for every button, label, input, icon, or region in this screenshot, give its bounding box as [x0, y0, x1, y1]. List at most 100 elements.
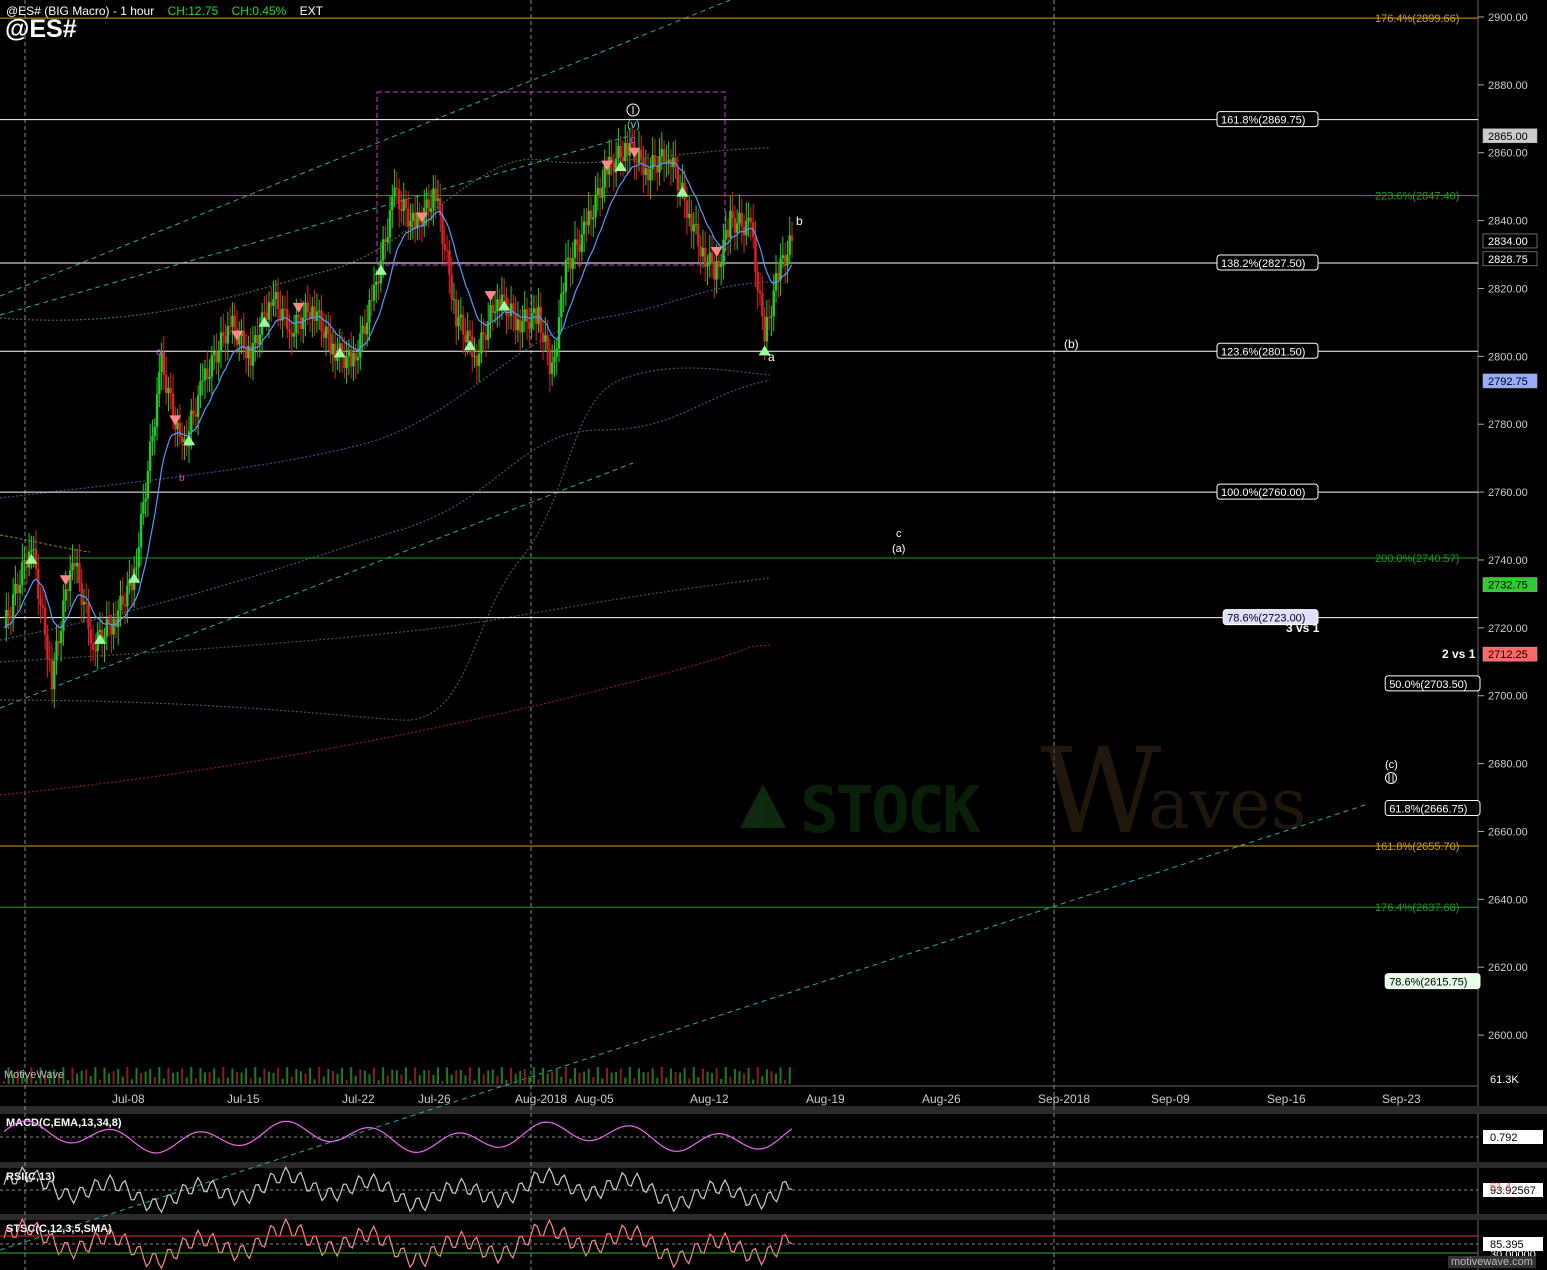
candle	[48, 641, 51, 673]
candle	[569, 247, 572, 288]
candle	[658, 138, 661, 186]
candle	[576, 227, 579, 263]
candle	[786, 240, 789, 283]
candle-body	[43, 607, 47, 635]
candle	[756, 262, 759, 310]
candle-body	[619, 145, 622, 158]
volume-bar	[76, 1073, 79, 1084]
candle	[603, 149, 606, 203]
logo-stock-text: STOCK	[800, 774, 981, 848]
candle	[402, 182, 405, 226]
volume-bar	[468, 1067, 471, 1084]
candle	[384, 226, 387, 260]
candle	[708, 234, 711, 278]
candle-body	[391, 196, 394, 211]
candle	[610, 139, 613, 176]
logo-w-text: W	[1040, 722, 1161, 860]
candle-body	[158, 371, 161, 395]
candle	[432, 175, 435, 226]
candle	[557, 299, 561, 362]
candle-body	[644, 168, 648, 175]
candle-body	[18, 585, 22, 594]
candle-body	[413, 212, 417, 229]
candle-body	[372, 284, 376, 301]
candle	[461, 305, 465, 354]
candle-body	[646, 168, 650, 181]
candle-body	[434, 188, 437, 201]
volume-bar	[240, 1072, 243, 1084]
volume-bar	[272, 1072, 275, 1084]
candle	[651, 136, 654, 181]
candle	[270, 286, 273, 322]
candle	[101, 612, 104, 658]
candle	[525, 297, 529, 340]
candle-body	[685, 200, 689, 218]
candle	[528, 307, 531, 346]
fib-level-label: 200.0%(2740.57)	[1375, 553, 1459, 565]
candle	[217, 340, 220, 381]
volume-bar	[674, 1071, 677, 1084]
y-tick-label: 2780.00	[1488, 419, 1528, 431]
candle	[701, 229, 705, 268]
candle-body	[719, 264, 723, 267]
candle-body	[244, 349, 248, 359]
volume-bar	[738, 1071, 741, 1084]
candle	[548, 338, 552, 393]
chart-canvas[interactable]: STOCK Waves 176.4%(2899.66) 161.8%(2869.75)…	[0, 0, 1547, 1270]
candle	[25, 545, 29, 585]
candle	[509, 286, 513, 330]
candle	[722, 223, 725, 280]
candle-body	[640, 149, 643, 158]
fib-level-label: 176.4%(2899.66)	[1375, 13, 1459, 25]
volume-bar	[89, 1076, 92, 1084]
candle	[783, 242, 787, 284]
candle	[646, 152, 650, 197]
candle-body	[692, 224, 695, 232]
candle-body	[233, 315, 236, 329]
candle-body	[32, 548, 35, 550]
candle-body	[324, 326, 328, 338]
volume-bar	[322, 1076, 325, 1084]
x-tick-label: Sep-2018	[1038, 1092, 1090, 1106]
volume-bar	[295, 1068, 298, 1084]
candle-body	[48, 659, 51, 661]
volume-bar	[729, 1076, 732, 1084]
candle-body	[580, 234, 584, 252]
volume-bar	[605, 1068, 608, 1084]
candle	[260, 302, 264, 354]
volume-bar	[336, 1073, 339, 1084]
x-tick-label: Aug-2018	[515, 1092, 567, 1106]
candle-body	[388, 210, 392, 238]
moving-average-curve	[0, 644, 771, 796]
volume-bar	[459, 1069, 462, 1084]
candle-body	[726, 229, 730, 238]
volume-bar	[537, 1079, 540, 1084]
y-tick-label: 2820.00	[1488, 283, 1528, 295]
candle	[226, 311, 230, 361]
candle	[87, 589, 90, 646]
volume-bar	[574, 1067, 577, 1084]
candle	[279, 290, 282, 330]
volume-bar	[775, 1073, 778, 1084]
candle-body	[290, 332, 293, 337]
volume-bar	[779, 1067, 782, 1084]
volume-bar	[578, 1073, 581, 1084]
candle-body	[407, 208, 410, 227]
volume-bar	[505, 1079, 508, 1084]
candle	[212, 335, 216, 371]
volume-bar	[34, 1080, 37, 1084]
candle	[167, 376, 170, 412]
volume-bar	[514, 1073, 517, 1084]
candle	[196, 385, 200, 436]
candle	[372, 266, 376, 312]
candle	[514, 296, 517, 345]
candle	[573, 220, 577, 269]
candle-body	[758, 290, 762, 293]
candle-body	[322, 331, 325, 338]
volume-bar	[720, 1079, 723, 1084]
volume-bar	[564, 1067, 567, 1084]
candle-body	[370, 300, 373, 302]
volume-bars	[3, 1067, 791, 1084]
candle	[21, 543, 24, 596]
volume-bar	[71, 1067, 74, 1084]
